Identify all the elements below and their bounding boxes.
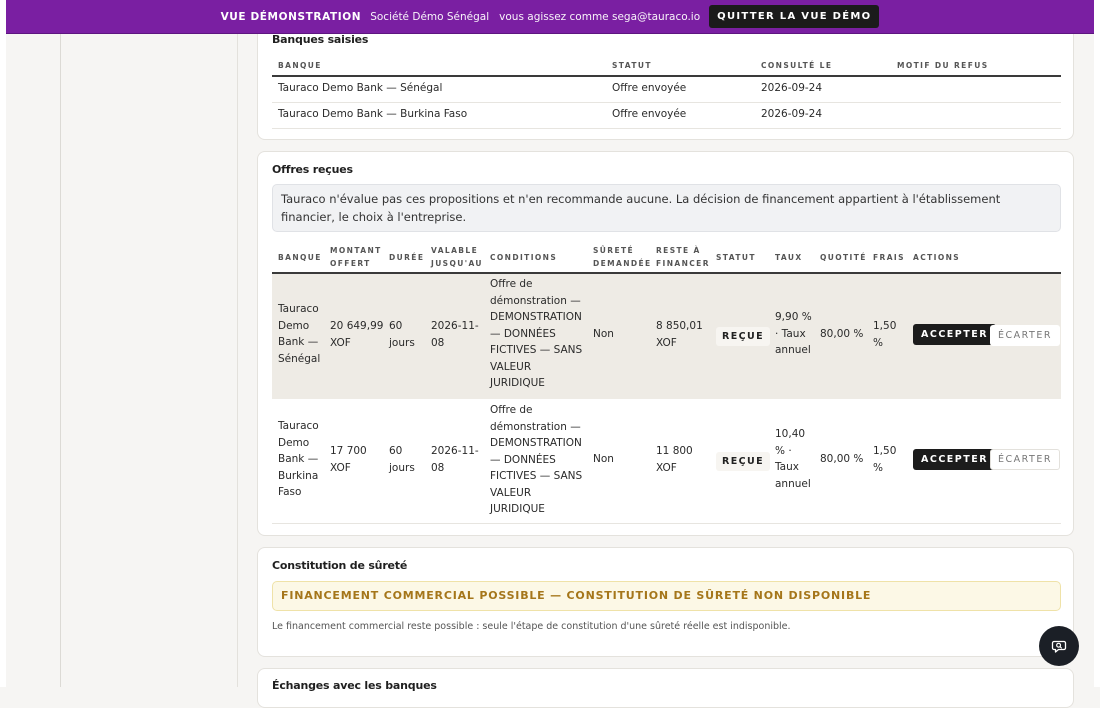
sidebar-divider	[60, 0, 61, 687]
row-divider	[272, 102, 1061, 103]
offer-valid-until-cell: 2026-11-08	[431, 320, 479, 349]
status-cell: Offre envoyée	[612, 108, 687, 120]
window-edge-right	[1094, 0, 1100, 687]
column-header-refusal-reason: Motif du refus	[897, 61, 989, 70]
column-header-actions: Actions	[913, 253, 961, 262]
bank-cell: Tauraco Demo Bank — Burkina Faso	[278, 108, 468, 120]
offer-rate-cell: 9,90 % · Taux annuel	[775, 311, 812, 356]
column-header-amount: Montant offert	[330, 246, 382, 268]
acting-as-text: vous agissez comme sega@tauraco.io	[499, 10, 701, 23]
column-header-consulted: Consulté le	[761, 61, 833, 70]
chat-search-icon	[1051, 640, 1067, 653]
column-header-bank: Banque	[278, 61, 322, 70]
offer-remaining-cell: 11 800 XOF	[656, 445, 693, 474]
chat-assistant-button[interactable]	[1039, 626, 1079, 666]
accept-offer-button[interactable]: ACCEPTER	[913, 324, 997, 345]
offer-conditions-cell: Offre de démonstration — DEMONSTRATION —…	[490, 404, 583, 515]
column-header-rate: Taux	[775, 253, 803, 262]
column-header-fees: Frais	[873, 253, 905, 262]
offers-card: Offres reçues Tauraco n'évalue pas ces p…	[257, 151, 1074, 536]
offer-collateral-cell: Non	[593, 453, 614, 465]
accept-offer-button[interactable]: ACCEPTER	[913, 449, 997, 470]
collateral-warning-banner: FINANCEMENT COMMERCIAL POSSIBLE — CONSTI…	[272, 581, 1061, 611]
offer-fees-cell: 1,50 %	[873, 445, 897, 474]
offer-collateral-cell: Non	[593, 328, 614, 340]
banks-entered-title: Banques saisies	[272, 33, 369, 46]
column-header-conditions: Conditions	[490, 253, 558, 262]
company-name: Société Démo Sénégal	[370, 10, 490, 23]
column-header-remaining: Reste à financer	[656, 246, 710, 268]
offer-bank-cell: Tauraco Demo Bank — Sénégal	[278, 303, 321, 365]
row-divider	[272, 128, 1061, 129]
offer-rate-cell: 10,40 % · Taux annuel	[775, 428, 811, 490]
column-header-bank: Banque	[278, 253, 322, 262]
offer-conditions-cell: Offre de démonstration — DEMONSTRATION —…	[490, 278, 583, 389]
row-divider	[272, 523, 1061, 524]
collateral-note: Le financement commercial reste possible…	[272, 621, 791, 632]
column-header-quota: Quotité	[820, 253, 867, 262]
column-header-collateral: Sûreté demandée	[593, 246, 652, 268]
offers-title: Offres reçues	[272, 163, 353, 176]
offer-bank-cell: Tauraco Demo Bank — Burkina Faso	[278, 420, 319, 498]
offer-valid-until-cell: 2026-11-08	[431, 445, 479, 474]
column-header-duration: Durée	[389, 253, 425, 262]
offer-quota-cell: 80,00 %	[820, 328, 864, 340]
offer-status-badge: REÇUE	[716, 327, 770, 346]
collateral-title: Constitution de sûreté	[272, 559, 408, 572]
table-header-rule	[272, 75, 1061, 77]
demo-mode-label: VUE DÉMONSTRATION	[220, 10, 362, 23]
bank-exchanges-card: Échanges avec les banques	[257, 668, 1074, 708]
reject-offer-button[interactable]: ÉCARTER	[990, 325, 1060, 346]
reject-offer-button[interactable]: ÉCARTER	[990, 449, 1060, 470]
bank-exchanges-title: Échanges avec les banques	[272, 679, 437, 692]
offer-duration-cell: 60 jours	[389, 445, 415, 474]
collateral-card: Constitution de sûreté FINANCEMENT COMME…	[257, 547, 1074, 657]
offer-fees-cell: 1,50 %	[873, 320, 897, 349]
offer-remaining-cell: 8 850,01 XOF	[656, 320, 703, 349]
neutrality-notice: Tauraco n'évalue pas ces propositions et…	[272, 184, 1061, 232]
column-header-status: Statut	[612, 61, 652, 70]
offer-amount-cell: 20 649,99 XOF	[330, 320, 384, 349]
offer-quota-cell: 80,00 %	[820, 453, 864, 465]
column-header-status: Statut	[716, 253, 756, 262]
quit-demo-button[interactable]: QUITTER LA VUE DÉMO	[709, 5, 880, 28]
column-header-valid-until: Valable jusqu'au	[431, 246, 483, 268]
demo-banner: VUE DÉMONSTRATION Société Démo Sénégal v…	[6, 0, 1094, 34]
bank-cell: Tauraco Demo Bank — Sénégal	[278, 82, 443, 94]
consulted-cell: 2026-09-24	[761, 82, 823, 94]
offer-duration-cell: 60 jours	[389, 320, 415, 349]
status-cell: Offre envoyée	[612, 82, 687, 94]
consulted-cell: 2026-09-24	[761, 108, 823, 120]
sidebar	[6, 0, 238, 687]
offer-status-badge: REÇUE	[716, 452, 770, 471]
offer-amount-cell: 17 700 XOF	[330, 445, 367, 474]
